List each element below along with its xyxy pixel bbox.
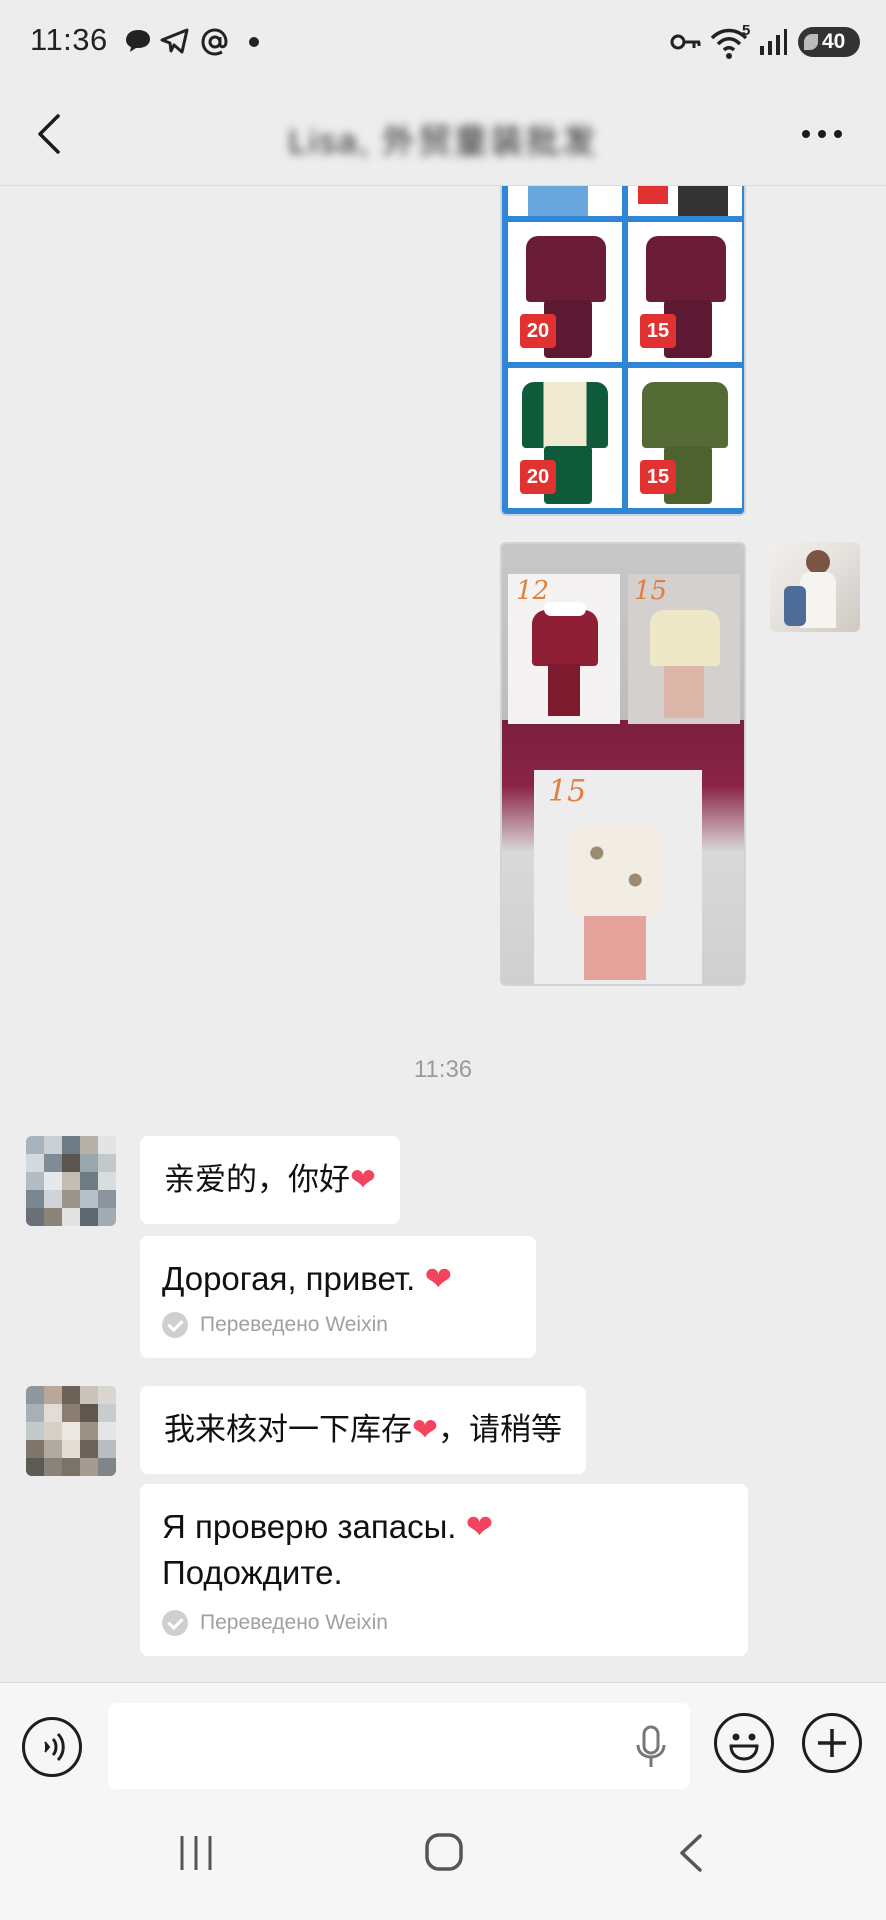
translation-text: Подождите. xyxy=(162,1554,343,1591)
message-timestamp: 11:36 xyxy=(413,1056,473,1083)
handwritten-price: 12 xyxy=(516,576,550,606)
plus-icon[interactable] xyxy=(802,1713,862,1773)
message-text: 我来核对一下库存 xyxy=(164,1412,412,1447)
signal-icon xyxy=(760,29,787,55)
translation-text: Дорогая, привет. xyxy=(162,1260,416,1297)
more-dots-icon[interactable] xyxy=(800,128,844,140)
message-bubble[interactable]: 亲爱的，你好❤ xyxy=(140,1136,400,1224)
heart-emoji: ❤ xyxy=(465,1508,494,1545)
price-tag: 20 xyxy=(520,314,556,348)
translation-source-label: Переведено Weixin xyxy=(200,1313,388,1336)
sent-image-clothing-grid[interactable]: 20 15 20 15 xyxy=(500,186,746,516)
voice-mode-icon[interactable] xyxy=(22,1717,82,1777)
emoji-icon[interactable] xyxy=(714,1713,774,1773)
message-input-bar xyxy=(0,1682,886,1792)
grid-cell xyxy=(508,186,622,216)
chat-header: Lisa, 外贸童装批发 xyxy=(0,84,886,186)
my-avatar[interactable] xyxy=(770,542,860,632)
home-icon[interactable] xyxy=(424,1832,464,1872)
contact-avatar[interactable] xyxy=(26,1136,116,1226)
check-circle-icon xyxy=(162,1312,188,1338)
handwritten-price: 15 xyxy=(548,774,587,809)
handwritten-price: 15 xyxy=(634,576,668,606)
translation-bubble[interactable]: Дорогая, привет. ❤ Переведено Weixin xyxy=(140,1236,536,1358)
grid-cell: 20 xyxy=(508,222,622,362)
check-circle-icon xyxy=(162,1610,188,1636)
key-icon xyxy=(670,34,701,50)
contact-avatar[interactable] xyxy=(26,1386,116,1476)
at-sign-icon xyxy=(201,28,228,56)
battery-saver-icon xyxy=(804,34,818,50)
message-input[interactable] xyxy=(108,1703,690,1789)
outfit-photo: 12 xyxy=(508,574,620,724)
telegram-icon xyxy=(160,28,189,54)
heart-emoji: ❤ xyxy=(424,1260,453,1297)
chat-message-list[interactable]: 20 15 20 15 12 15 15 11:36 亲爱的，你好❤ Дорог… xyxy=(0,186,886,1682)
system-navigation-bar xyxy=(0,1792,886,1920)
status-time: 11:36 xyxy=(30,22,108,57)
chat-title: Lisa, 外贸童装批发 xyxy=(288,123,598,161)
outfit-photo: 15 xyxy=(628,574,740,724)
translation-bubble[interactable]: Я проверю запасы. ❤ Подождите. Переведен… xyxy=(140,1484,748,1656)
price-tag: 15 xyxy=(640,460,676,494)
dot-icon xyxy=(249,37,259,47)
outfit-photo: 15 xyxy=(534,770,702,984)
price-tag: 20 xyxy=(520,460,556,494)
chat-bubble-icon xyxy=(126,30,150,52)
message-text: 亲爱的，你好 xyxy=(164,1162,350,1197)
grid-cell: 20 xyxy=(508,368,622,508)
translation-source: Переведено Weixin xyxy=(162,1312,388,1338)
wifi-badge: 5 xyxy=(742,22,751,39)
translation-text: Я проверю запасы. xyxy=(162,1508,457,1545)
message-text: ，请稍等 xyxy=(437,1412,562,1447)
grid-cell: 15 xyxy=(628,368,742,508)
battery-indicator: 40 xyxy=(798,27,860,57)
translation-source: Переведено Weixin xyxy=(162,1610,388,1636)
grid-cell xyxy=(628,186,742,216)
battery-level: 40 xyxy=(822,30,846,53)
sent-image-outfits[interactable]: 12 15 15 xyxy=(500,542,746,986)
price-tag: 15 xyxy=(640,314,676,348)
grid-cell: 15 xyxy=(628,222,742,362)
recents-icon[interactable] xyxy=(176,1834,216,1872)
heart-emoji: ❤ xyxy=(350,1162,376,1197)
heart-emoji: ❤ xyxy=(412,1412,438,1447)
microphone-icon[interactable] xyxy=(634,1725,668,1769)
translation-source-label: Переведено Weixin xyxy=(200,1611,388,1634)
message-bubble[interactable]: 我来核对一下库存❤，请稍等 xyxy=(140,1386,586,1474)
system-back-icon[interactable] xyxy=(676,1832,706,1874)
status-bar: 11:36 5 40 xyxy=(0,0,886,84)
